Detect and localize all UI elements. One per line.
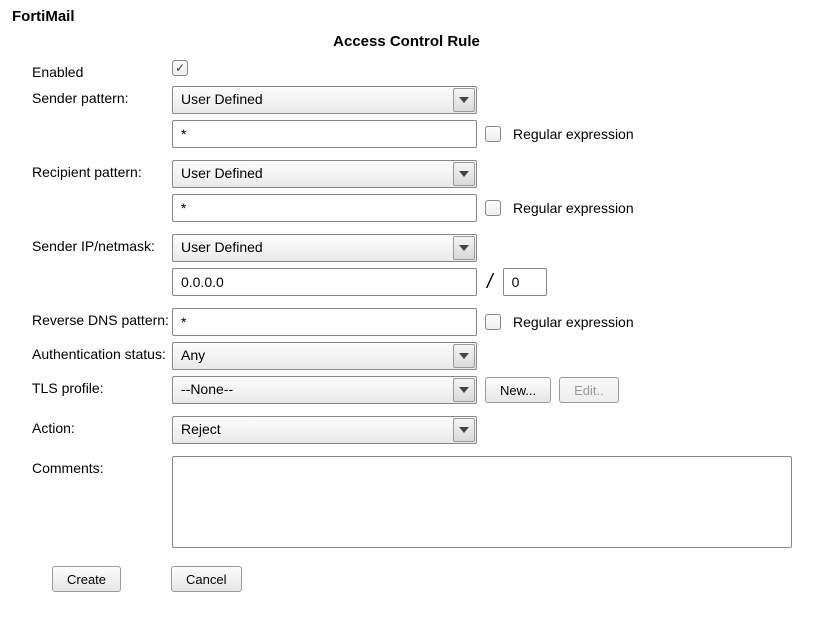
recipient-regex-checkbox[interactable] <box>485 200 501 216</box>
sender-netmask-input[interactable] <box>503 268 547 296</box>
enabled-checkbox[interactable] <box>172 60 188 76</box>
product-title: FortiMail <box>12 8 801 25</box>
label-enabled: Enabled <box>12 60 172 80</box>
edit-button: Edit.. <box>559 377 619 403</box>
tls-profile-select[interactable]: --None-- <box>172 376 477 404</box>
sender-ip-input[interactable] <box>172 268 477 296</box>
label-sender-pattern: Sender pattern: <box>12 86 172 106</box>
comments-textarea[interactable] <box>172 456 792 548</box>
label-tls-profile: TLS profile: <box>12 376 172 396</box>
chevron-down-icon <box>453 418 475 442</box>
chevron-down-icon <box>453 236 475 260</box>
sender-ip-select-value: User Defined <box>173 235 271 259</box>
tls-profile-select-value: --None-- <box>173 377 241 401</box>
sender-pattern-select[interactable]: User Defined <box>172 86 477 114</box>
action-select-value: Reject <box>173 417 229 441</box>
chevron-down-icon <box>453 162 475 186</box>
sender-ip-select[interactable]: User Defined <box>172 234 477 262</box>
new-button[interactable]: New... <box>485 377 551 403</box>
slash-separator: / <box>485 271 495 294</box>
reverse-dns-regex-checkbox[interactable] <box>485 314 501 330</box>
recipient-pattern-input[interactable] <box>172 194 477 222</box>
auth-status-select[interactable]: Any <box>172 342 477 370</box>
label-action: Action: <box>12 416 172 436</box>
recipient-regex-label: Regular expression <box>513 200 634 216</box>
cancel-button[interactable]: Cancel <box>171 566 241 592</box>
recipient-pattern-select-value: User Defined <box>173 161 271 185</box>
sender-pattern-input[interactable] <box>172 120 477 148</box>
label-comments: Comments: <box>12 456 172 476</box>
chevron-down-icon <box>453 88 475 112</box>
recipient-pattern-select[interactable]: User Defined <box>172 160 477 188</box>
reverse-dns-input[interactable] <box>172 308 477 336</box>
label-recipient-pattern: Recipient pattern: <box>12 160 172 180</box>
chevron-down-icon <box>453 378 475 402</box>
label-reverse-dns: Reverse DNS pattern: <box>12 308 172 328</box>
reverse-dns-regex-label: Regular expression <box>513 314 634 330</box>
auth-status-select-value: Any <box>173 343 213 367</box>
create-button[interactable]: Create <box>52 566 121 592</box>
sender-regex-label: Regular expression <box>513 126 634 142</box>
action-select[interactable]: Reject <box>172 416 477 444</box>
chevron-down-icon <box>453 344 475 368</box>
page-title: Access Control Rule <box>12 33 801 50</box>
sender-pattern-select-value: User Defined <box>173 87 271 111</box>
label-sender-ip: Sender IP/netmask: <box>12 234 172 254</box>
sender-regex-checkbox[interactable] <box>485 126 501 142</box>
label-auth-status: Authentication status: <box>12 342 172 362</box>
